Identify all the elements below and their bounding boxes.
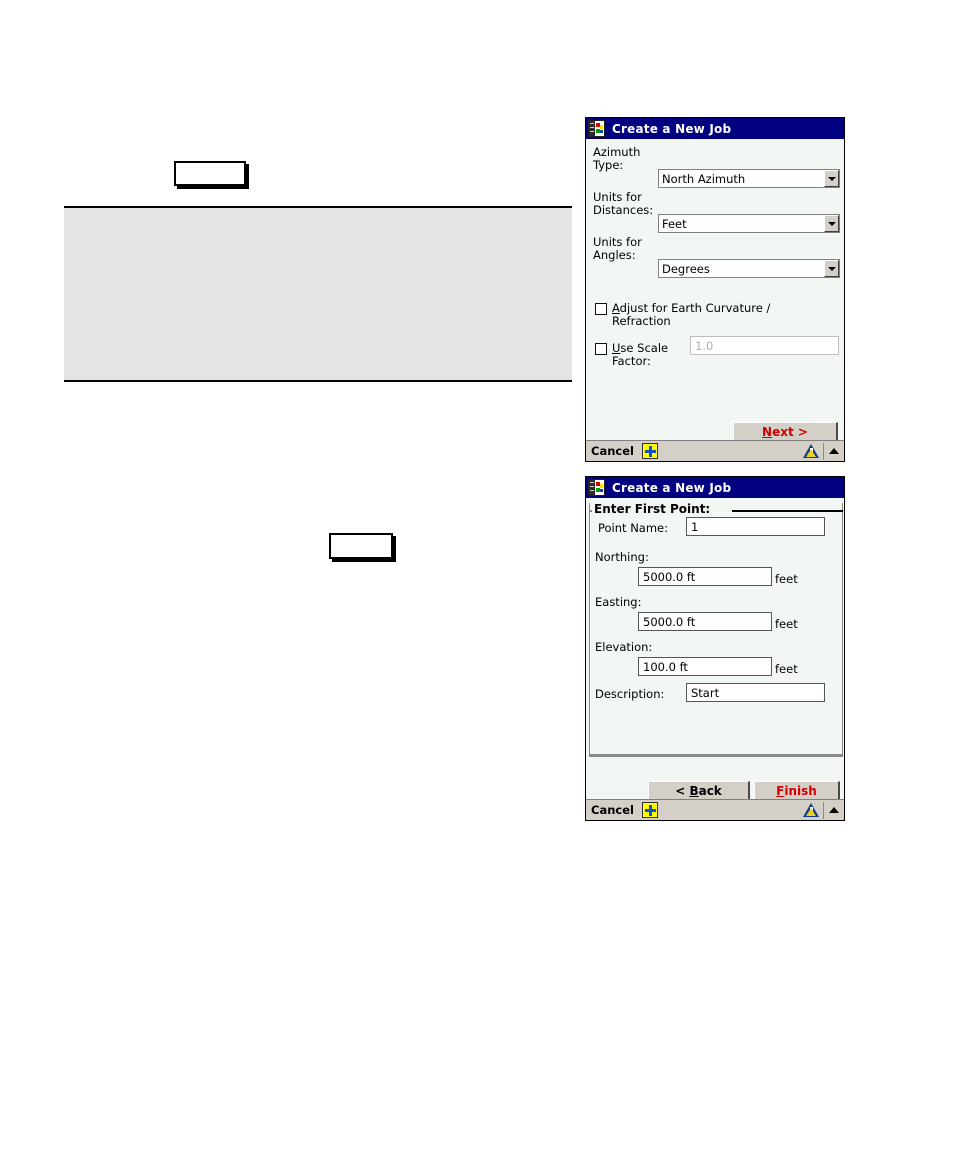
azimuth-type-label: Azimuth Type: <box>593 145 641 172</box>
description-label: Description: <box>595 687 665 701</box>
window-title: Create a New Job <box>612 480 732 495</box>
units-angles-value: Degrees <box>662 261 710 276</box>
units-distances-label: Units for Distances: <box>593 190 654 217</box>
description-input[interactable]: Start <box>686 683 825 702</box>
job-book-icon <box>588 120 605 137</box>
use-scale-factor-checkbox[interactable]: Use Scale Factor: <box>595 342 695 368</box>
carlson-triangle-icon[interactable] <box>803 443 820 459</box>
chevron-down-icon[interactable] <box>824 260 839 277</box>
job-book-icon <box>588 479 605 496</box>
accel-key: B <box>689 784 699 798</box>
window-client-area: Azimuth Type: North Azimuth Units for Di… <box>586 139 844 440</box>
units-angles-label: Units for Angles: <box>593 235 642 262</box>
callout-box-top <box>174 161 246 186</box>
carlson-triangle-icon[interactable] <box>803 802 820 818</box>
units-distances-value: Feet <box>662 216 687 231</box>
back-button[interactable]: < Back <box>648 781 750 799</box>
cancel-button[interactable]: Cancel <box>591 444 634 458</box>
elevation-label: Elevation: <box>595 640 653 654</box>
accel-key: N <box>762 425 773 439</box>
window-create-a-new-job-settings: Create a New Job Azimuth Type: North Azi… <box>585 117 845 462</box>
use-scale-factor-label: Use Scale Factor: <box>612 341 669 368</box>
titlebar: Create a New Job <box>586 477 844 498</box>
statusbar: Cancel <box>586 799 844 820</box>
chevron-up-icon[interactable] <box>827 803 840 818</box>
window-client-area: Enter First Point: Point Name: 1 Northin… <box>586 498 844 799</box>
easting-unit-label: feet <box>775 617 798 631</box>
easting-label: Easting: <box>595 595 642 609</box>
northing-input[interactable]: 5000.0 ft <box>638 567 772 586</box>
statusbar: Cancel <box>586 440 844 461</box>
horizontal-rule-bottom <box>64 380 572 382</box>
point-name-input[interactable]: 1 <box>686 517 825 536</box>
panel-divider <box>589 755 843 757</box>
next-button[interactable]: Next > <box>733 422 838 440</box>
titlebar: Create a New Job <box>586 118 844 139</box>
northing-label: Northing: <box>595 550 649 564</box>
statusbar-divider <box>823 442 824 460</box>
azimuth-type-value: North Azimuth <box>662 171 746 186</box>
window-title: Create a New Job <box>612 121 732 136</box>
chevron-up-icon[interactable] <box>827 444 840 459</box>
start-asterisk-icon[interactable] <box>641 443 658 459</box>
chevron-down-icon[interactable] <box>824 170 839 187</box>
callout-box-bottom <box>329 533 393 559</box>
checkbox-box[interactable] <box>595 343 607 355</box>
units-angles-dropdown[interactable]: Degrees <box>658 259 840 278</box>
finish-button[interactable]: Finish <box>754 781 840 799</box>
groupbox-border-right <box>732 510 843 512</box>
point-name-label: Point Name: <box>598 521 669 535</box>
window-create-a-new-job-first-point: Create a New Job Enter First Point: Poin… <box>585 476 845 821</box>
accel-key: A <box>612 301 620 315</box>
checkbox-box[interactable] <box>595 303 607 315</box>
adjust-earth-curvature-checkbox[interactable]: Adjust for Earth Curvature / Refraction <box>595 302 839 328</box>
groupbox-title: Enter First Point: <box>593 502 712 516</box>
elevation-input[interactable]: 100.0 ft <box>638 657 772 676</box>
scale-factor-input[interactable]: 1.0 <box>690 336 839 355</box>
easting-input[interactable]: 5000.0 ft <box>638 612 772 631</box>
shaded-note-panel <box>64 208 572 380</box>
statusbar-divider <box>823 801 824 819</box>
azimuth-type-dropdown[interactable]: North Azimuth <box>658 169 840 188</box>
northing-unit-label: feet <box>775 572 798 586</box>
elevation-unit-label: feet <box>775 662 798 676</box>
cancel-button[interactable]: Cancel <box>591 803 634 817</box>
adjust-earth-curvature-label: Adjust for Earth Curvature / Refraction <box>612 301 771 328</box>
start-asterisk-icon[interactable] <box>641 802 658 818</box>
groupbox-border-left <box>589 510 592 512</box>
chevron-down-icon[interactable] <box>824 215 839 232</box>
units-distances-dropdown[interactable]: Feet <box>658 214 840 233</box>
